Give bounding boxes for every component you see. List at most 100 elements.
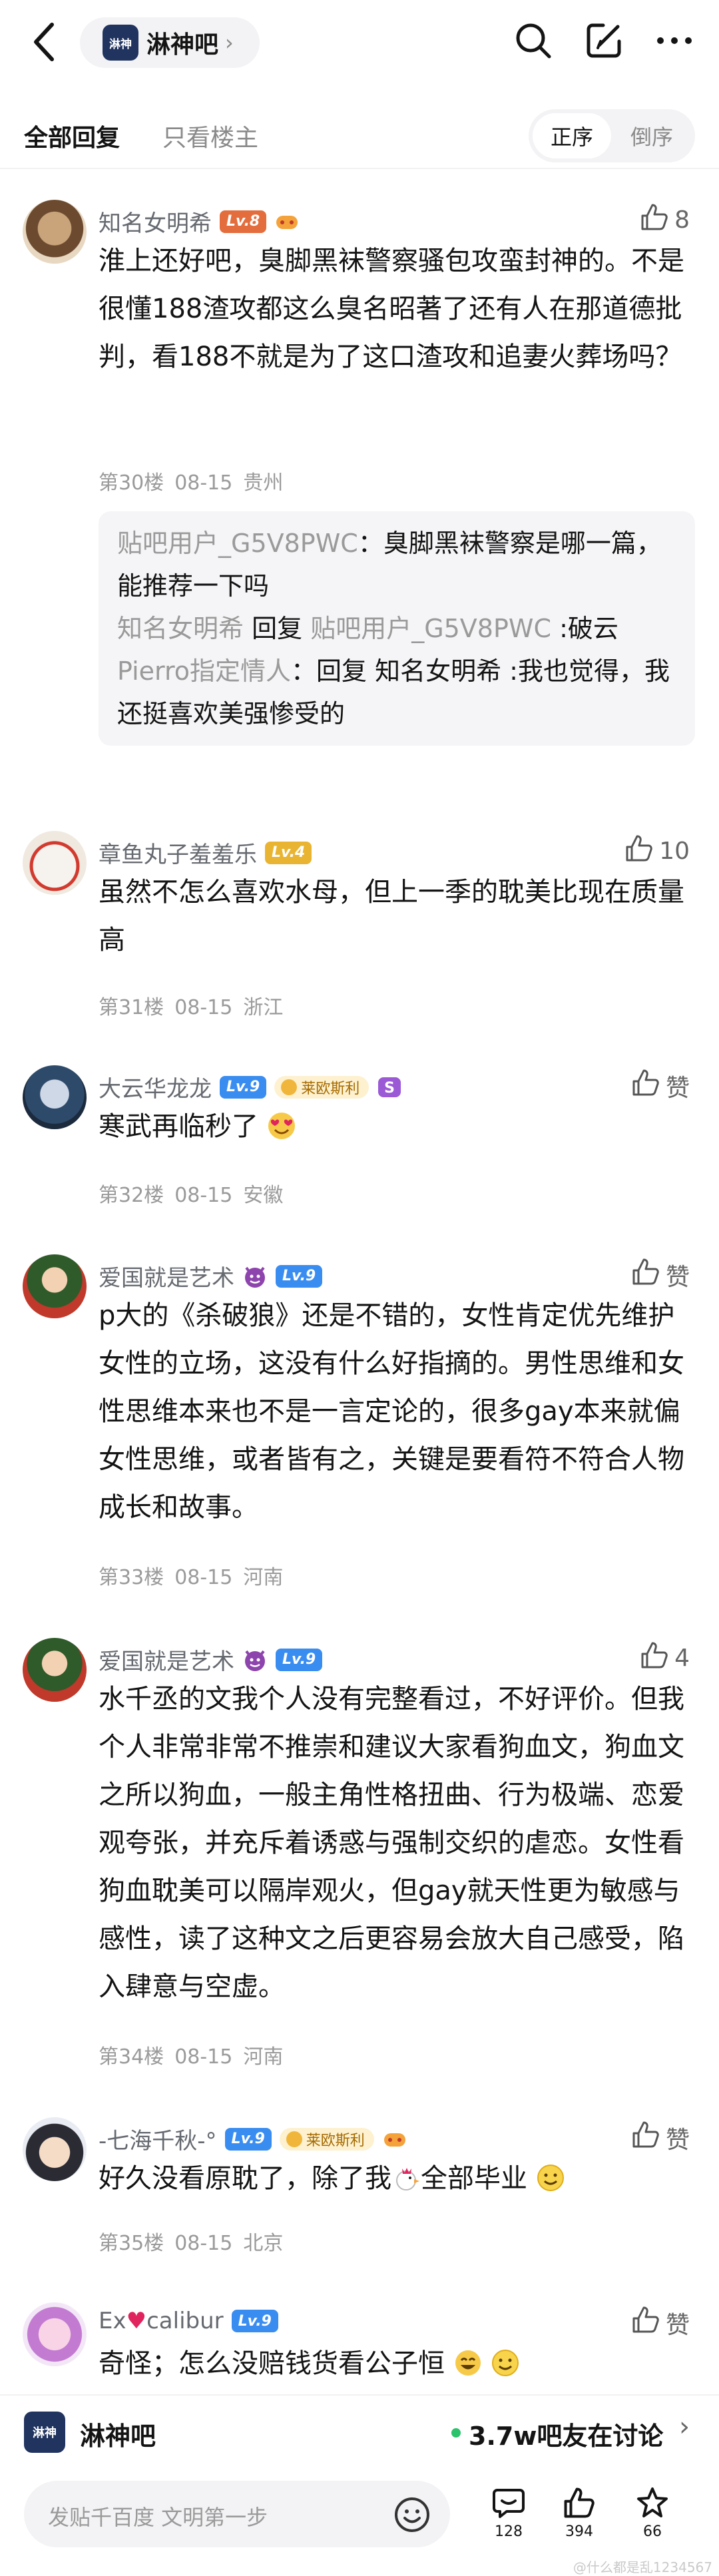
floor-number: 第31楼 <box>99 996 164 1019</box>
watermark: @什么都是乱1234567 <box>573 2559 712 2575</box>
rooster-emoji-icon <box>396 2168 419 2190</box>
super-member-icon: S <box>377 1075 402 1100</box>
thumb-up-icon <box>631 2120 660 2155</box>
sub-reply-target-user[interactable]: 贴吧用户_G5V8PWC <box>310 614 551 643</box>
thumb-up-icon <box>640 202 669 238</box>
forum-name: 淋神吧 <box>146 31 219 59</box>
like-button[interactable]: 8 <box>640 202 690 238</box>
star-icon <box>637 2487 668 2517</box>
reply-location: 安徽 <box>243 1184 284 1207</box>
svg-text:S: S <box>384 1080 395 1097</box>
heart-eyes-emoji-icon <box>268 1113 295 1139</box>
avatar[interactable] <box>23 2117 87 2181</box>
like-post-count: 394 <box>565 2523 593 2540</box>
username[interactable]: 章鱼丸子羞羞乐 <box>99 836 257 869</box>
sub-reply-box[interactable]: 贴吧用户_G5V8PWC：臭脚黑袜警察是哪一篇，能推荐一下吗 知名女明希 回复 … <box>99 511 695 746</box>
like-button[interactable]: 4 <box>640 1641 690 1676</box>
chevron-right-icon: › <box>225 30 234 55</box>
forum-bar[interactable]: 淋神 淋神吧 3.7w吧友在讨论 › <box>0 2394 719 2470</box>
level-badge: Lv.8 <box>220 210 267 233</box>
like-count: 10 <box>659 838 690 865</box>
reply-text: 虽然不怎么喜欢水母，但上一季的耽美比现在质量高 <box>99 877 684 955</box>
like-label: 赞 <box>665 1263 690 1291</box>
level-badge: Lv.9 <box>276 1648 323 1671</box>
devil-emoji-icon <box>242 1647 268 1673</box>
discussing-count: 3.7w吧友在讨论 <box>469 2422 664 2451</box>
floor-number: 第35楼 <box>99 2232 164 2255</box>
favorite-button[interactable]: 66 <box>626 2486 679 2540</box>
devil-emoji-icon <box>242 1264 268 1289</box>
order-desc-button[interactable]: 倒序 <box>612 113 691 158</box>
thumb-up-icon <box>631 1257 660 1292</box>
username[interactable]: 大云华龙龙 <box>99 1071 212 1103</box>
forum-logo: 淋神 <box>24 2412 65 2453</box>
sub-reply-user[interactable]: Pierro指定情人 <box>117 656 291 686</box>
avatar[interactable] <box>23 1638 87 1702</box>
like-count: 4 <box>674 1645 690 1672</box>
more-icon[interactable] <box>654 20 695 61</box>
heart-emoji-icon: ♥ <box>126 2308 147 2334</box>
search-icon[interactable] <box>513 20 554 61</box>
order-asc-button[interactable]: 正序 <box>533 113 611 158</box>
like-label: 赞 <box>665 2311 690 2339</box>
reply-text: 奇怪；怎么没赔钱货看公子恒 <box>99 2340 691 2388</box>
username[interactable]: -七海千秋-° <box>99 2123 217 2155</box>
comment-button[interactable]: 128 <box>482 2486 535 2540</box>
like-button[interactable]: 赞 <box>631 2120 690 2155</box>
reply-date: 08-15 <box>174 1566 233 1589</box>
title-badge: 莱欧斯利 <box>274 1075 369 1099</box>
back-icon[interactable] <box>25 20 63 64</box>
reply-date: 08-15 <box>174 2045 233 2069</box>
like-button[interactable]: 赞 <box>631 1257 690 1292</box>
avatar[interactable] <box>23 2302 87 2366</box>
sub-reply: 知名女明希 回复 贴吧用户_G5V8PWC :破云 <box>117 607 676 650</box>
reply-date: 08-15 <box>174 1184 233 1207</box>
level-badge: Lv.4 <box>265 841 312 864</box>
online-dot <box>451 2428 461 2438</box>
like-button[interactable]: 赞 <box>631 1068 690 1103</box>
reply-filter-row: 全部回复 只看楼主 正序 倒序 <box>0 107 719 166</box>
sub-reply-user[interactable]: 知名女明希 <box>117 614 244 643</box>
forum-name: 淋神吧 <box>80 2422 156 2451</box>
reply-meta: 第31楼 08-15 浙江 <box>99 991 294 1020</box>
reply-location: 河南 <box>243 2045 284 2069</box>
like-label: 赞 <box>665 2126 690 2154</box>
floor-number: 第33楼 <box>99 1566 164 1589</box>
avatar[interactable] <box>23 1065 87 1129</box>
reply-location: 浙江 <box>243 996 284 1019</box>
reply-text: 寒武再临秒了 <box>99 1103 691 1151</box>
level-badge: Lv.9 <box>220 1075 267 1099</box>
title-badge: 莱欧斯利 <box>279 2127 374 2151</box>
emoji-picker-icon[interactable] <box>393 2495 431 2534</box>
comment-icon <box>493 2489 525 2518</box>
avatar[interactable] <box>23 831 87 895</box>
thumb-up-icon <box>564 2487 595 2518</box>
tab-all-replies[interactable]: 全部回复 <box>24 119 120 153</box>
username[interactable]: 知名女明希 <box>99 205 212 238</box>
thumb-up-icon <box>640 1641 669 1676</box>
like-button[interactable]: 赞 <box>631 2305 690 2340</box>
username[interactable]: 爱国就是艺术 <box>99 1643 234 1676</box>
avatar[interactable] <box>23 200 87 264</box>
avatar[interactable] <box>23 1254 87 1318</box>
sub-reply-user[interactable]: 贴吧用户_G5V8PWC <box>117 529 358 558</box>
forum-entry-button[interactable]: 淋神 淋神吧 › <box>80 17 260 68</box>
reply-location: 贵州 <box>243 471 284 495</box>
username[interactable]: Ex♥calibur <box>99 2308 224 2334</box>
reply-text: p大的《杀破狼》还是不错的，女性肯定优先维护女性的立场，这没有什么好指摘的。男性… <box>99 1300 684 1523</box>
reply-location: 河南 <box>243 1566 284 1589</box>
tab-op-only[interactable]: 只看楼主 <box>162 119 258 153</box>
like-button[interactable]: 10 <box>624 834 690 869</box>
reply-text: 淮上还好吧，臭脚黑袜警察骚包攻蛮封神的。不是很懂188渣攻都这么臭名昭著了还有人… <box>99 246 684 372</box>
like-post-button[interactable]: 394 <box>553 2486 606 2540</box>
floor-number: 第32楼 <box>99 1184 164 1207</box>
forum-logo: 淋神 <box>103 25 138 61</box>
top-nav-bar: 淋神 淋神吧 › <box>0 0 719 85</box>
reply-text: 水千丞的文我个人没有完整看过，不好评价。但我个人非常非常不推崇和建议大家看狗血文… <box>99 1684 684 2002</box>
username[interactable]: 爱国就是艺术 <box>99 1260 234 1292</box>
edit-icon[interactable] <box>583 20 624 61</box>
like-count: 8 <box>674 206 690 234</box>
reply-meta: 第35楼 08-15 北京 <box>99 2226 294 2256</box>
smile-emoji-icon <box>492 2350 519 2376</box>
reply-input[interactable]: 发贴千百度 文明第一步 <box>24 2481 450 2547</box>
